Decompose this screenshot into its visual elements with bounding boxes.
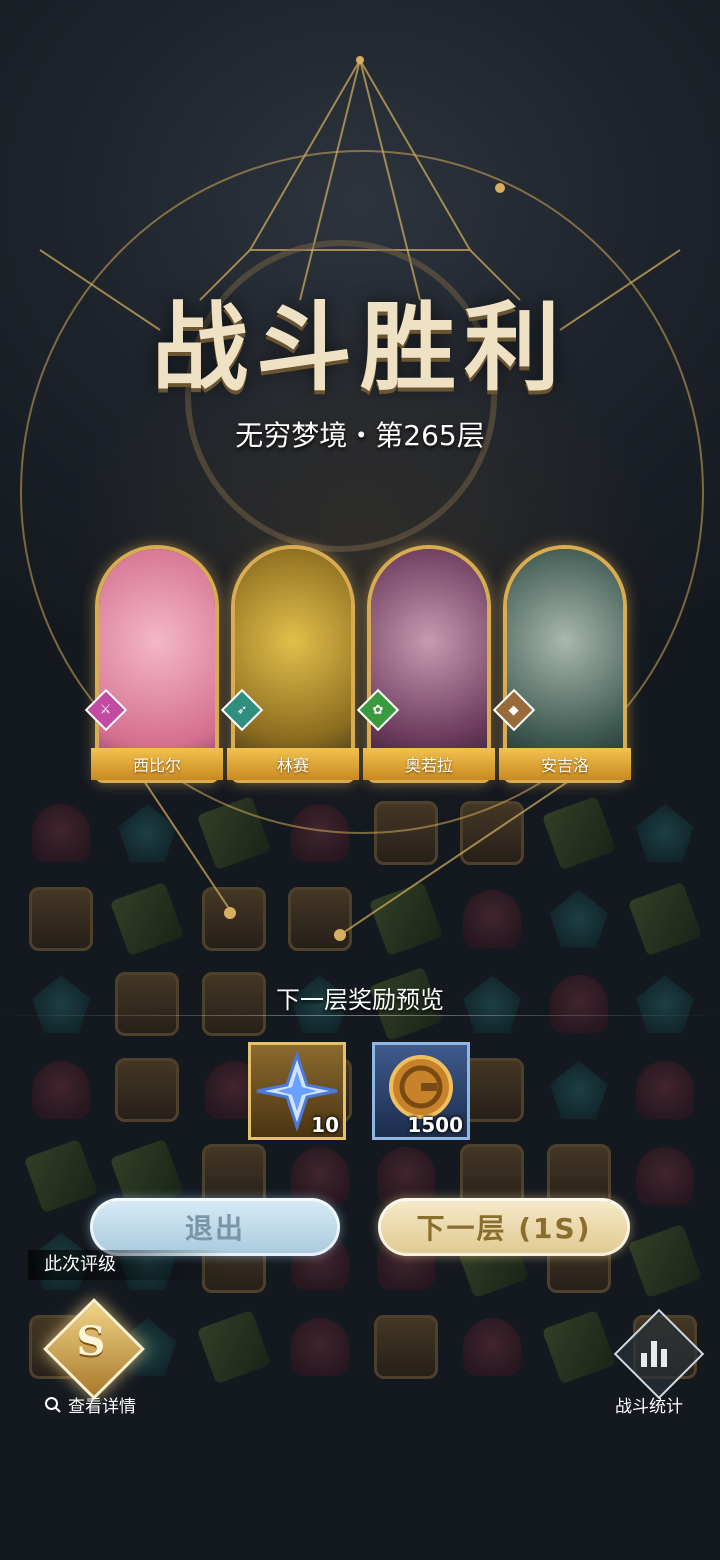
hero-card[interactable]: ➶ 林赛 bbox=[220, 545, 359, 790]
hero-name: 西比尔 bbox=[91, 748, 223, 780]
bar-chart-icon bbox=[641, 1337, 673, 1367]
rating-grade: S bbox=[76, 1318, 106, 1365]
hero-portrait bbox=[235, 549, 351, 779]
next-floor-button[interactable]: 下一层 (1S) bbox=[378, 1198, 630, 1256]
hero-portrait bbox=[99, 549, 215, 779]
view-details-label: 查看详情 bbox=[68, 1397, 136, 1417]
reward-item-gold-coin[interactable]: 1500 bbox=[372, 1042, 470, 1140]
hero-card[interactable]: ✿ 奥若拉 bbox=[356, 545, 495, 790]
hero-name: 奥若拉 bbox=[363, 748, 495, 780]
view-details-link[interactable]: 查看详情 bbox=[44, 1392, 136, 1417]
battle-stats-label: 战斗统计 bbox=[615, 1397, 683, 1417]
search-icon bbox=[45, 1396, 61, 1413]
reward-item-star-crystal[interactable]: 10 bbox=[248, 1042, 346, 1140]
exit-button[interactable]: 退出 bbox=[90, 1198, 340, 1256]
stage-subtitle: 无穷梦境・第265层 bbox=[235, 419, 485, 452]
reward-quantity: 10 bbox=[311, 1113, 339, 1137]
hero-card[interactable]: ◆ 安吉洛 bbox=[492, 545, 631, 790]
rating-label: 此次评级 bbox=[28, 1250, 228, 1280]
reward-preview-title: 下一层奖励预览 bbox=[276, 986, 444, 1014]
hero-portrait bbox=[371, 549, 487, 779]
hero-card[interactable]: ⚔ 西比尔 bbox=[84, 545, 223, 790]
hero-portrait bbox=[507, 549, 623, 779]
hero-name: 安吉洛 bbox=[499, 748, 631, 780]
victory-title: 战斗胜利 bbox=[152, 291, 568, 404]
reward-quantity: 1500 bbox=[407, 1113, 463, 1137]
hero-name: 林赛 bbox=[227, 748, 359, 780]
hero-lineup: ⚔ 西比尔 ➶ 林赛 ✿ 奥若拉 ◆ 安吉洛 bbox=[84, 545, 635, 790]
reward-divider bbox=[0, 1015, 720, 1016]
